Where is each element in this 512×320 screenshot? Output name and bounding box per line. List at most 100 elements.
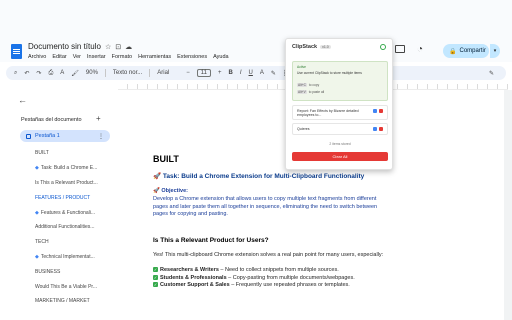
text-color-icon[interactable]: A: [260, 70, 264, 76]
sidebar-outline-item[interactable]: ◆ Features & Functionali...: [35, 205, 111, 220]
more-options-icon[interactable]: ⋮: [98, 133, 104, 140]
active-caption: Active: [297, 65, 306, 69]
outline-label: TECH: [35, 239, 49, 246]
outline-label: Task: Build a Chrome E...: [40, 165, 98, 172]
outline-label: Is This a Relevant Product...: [35, 179, 98, 186]
outline-label: Technical Implementat...: [40, 253, 95, 260]
bold-icon[interactable]: B: [229, 70, 233, 76]
copy-item-icon[interactable]: [373, 109, 377, 113]
copy-item-icon[interactable]: [373, 127, 377, 131]
outline-list: BUILT ◆ Task: Build a Chrome E... Is This a…: [35, 146, 111, 309]
editing-mode-icon[interactable]: ✎: [489, 70, 494, 77]
check-icon: ✓: [153, 282, 158, 288]
style-select[interactable]: Texto nor...: [113, 70, 142, 76]
menu-archivo[interactable]: Archivo: [28, 54, 46, 60]
lock-icon: 🔒: [449, 48, 457, 55]
tab-icon: [26, 133, 31, 139]
menu-herramientas[interactable]: Herramientas: [138, 54, 171, 60]
list-item: ✓ Students & Professionals – Copy-pasting…: [153, 274, 355, 281]
side-panel-rail: [504, 90, 512, 320]
spellcheck-icon[interactable]: A: [60, 70, 64, 76]
comments-icon[interactable]: [395, 45, 405, 53]
sidebar-outline-item[interactable]: Additional Functionalities...: [35, 220, 111, 235]
italic-icon[interactable]: I: [240, 70, 242, 76]
sidebar-outline-item[interactable]: BUILT: [35, 146, 111, 161]
underline-icon[interactable]: U: [249, 70, 253, 76]
tab-label: Pestaña 1: [35, 133, 60, 139]
menu-formato[interactable]: Formato: [112, 54, 132, 60]
menu-extensiones[interactable]: Extensiones: [177, 54, 207, 60]
heading-built: BUILT: [153, 154, 179, 164]
outline-label: Additional Functionalities...: [35, 224, 95, 231]
share-dropdown-icon[interactable]: ▾: [490, 44, 500, 58]
font-select[interactable]: Arial: [157, 70, 179, 76]
print-icon[interactable]: ⎙: [48, 70, 53, 77]
tab-pestana-1[interactable]: Pestaña 1 ⋮: [20, 130, 110, 142]
list-item: ✓ Researchers & Writers – Need to collect…: [153, 267, 339, 273]
sidebar-outline-item[interactable]: Is This a Relevant Product...: [35, 176, 111, 191]
outline-label: Features & Functionali...: [40, 209, 96, 216]
meet-icon[interactable]: ◔: [417, 44, 423, 55]
redo-icon[interactable]: ↷: [36, 70, 41, 77]
sidebar-outline-item[interactable]: TECH: [35, 235, 111, 250]
back-arrow-icon[interactable]: ←: [18, 95, 27, 105]
decrease-font-icon[interactable]: −: [186, 70, 190, 76]
clip-item[interactable]: Quieres: [292, 123, 388, 135]
popup-header: ClipStack v1.0: [292, 44, 331, 50]
share-button[interactable]: 🔒 Compartir: [443, 44, 489, 58]
delete-item-icon[interactable]: [379, 109, 383, 113]
paint-format-icon[interactable]: 🖌: [71, 70, 79, 77]
move-folder-icon[interactable]: ⊡: [115, 43, 121, 51]
sidebar-outline-item[interactable]: ◆ Technical Implementat...: [35, 250, 111, 265]
cloud-status-icon[interactable]: ☁: [125, 43, 132, 51]
stored-count: 2 items stored: [329, 142, 351, 146]
docs-logo-icon[interactable]: [11, 44, 22, 59]
check-icon: ✓: [153, 274, 158, 280]
star-icon[interactable]: ☆: [105, 43, 111, 51]
list-item: ✓ Customer Support & Sales – Frequently u…: [153, 282, 350, 289]
doc-title[interactable]: Documento sin título: [28, 42, 101, 51]
title-row: Documento sin título ☆ ⊡ ☁: [28, 42, 132, 51]
popup-title: ClipStack: [292, 44, 318, 50]
menu-ayuda[interactable]: Ayuda: [213, 54, 229, 60]
shortcut-paste: Alt+V to paste all: [297, 90, 325, 94]
header-bar: Documento sin título ☆ ⊡ ☁ Archivo Edita…: [0, 0, 512, 62]
menu-editar[interactable]: Editar: [52, 54, 66, 60]
toolbar-divider: [149, 69, 151, 77]
undo-icon[interactable]: ↶: [24, 70, 29, 77]
share-label: Compartir: [459, 48, 486, 54]
shortcut-copy: Alt+C to copy: [297, 83, 320, 87]
clipstack-popup: ClipStack v1.0 Active Use current ClipSt…: [285, 38, 393, 170]
heading-relevant: Is This a Relevant Product for Users?: [153, 237, 269, 244]
relevant-paragraph: Yes! This multi-clipboard Chrome extensi…: [153, 252, 384, 258]
search-menus-icon[interactable]: ⌕: [14, 70, 17, 77]
sidebar-outline-item[interactable]: ◆ Task: Build a Chrome E...: [35, 161, 111, 176]
increase-font-icon[interactable]: +: [218, 70, 222, 76]
sidebar-outline-item[interactable]: BUSINESS: [35, 264, 111, 279]
clear-all-button[interactable]: Clear All: [292, 152, 388, 161]
sidebar-heading: Pestañas del documento: [21, 117, 82, 123]
active-card: Active Use current ClipStack to store mu…: [292, 61, 388, 101]
outline-label: BUSINESS: [35, 268, 61, 275]
highlight-icon[interactable]: ✎: [271, 70, 276, 77]
menu-ver[interactable]: Ver: [73, 54, 81, 60]
add-tab-icon[interactable]: +: [96, 114, 101, 123]
zoom-select[interactable]: 90%: [86, 70, 98, 76]
version-badge: v1.0: [320, 45, 331, 49]
menu-insertar[interactable]: Insertar: [87, 54, 106, 60]
document-tabs-sidebar: ← Pestañas del documento + Pestaña 1 ⋮ B…: [0, 90, 112, 320]
toolbar-divider: [104, 69, 106, 77]
sidebar-outline-item[interactable]: FEATURES / PRODUCT: [35, 190, 111, 205]
outline-label: FEATURES / PRODUCT: [35, 194, 91, 201]
format-toolbar: ⌕ ↶ ↷ ⎙ A 🖌 90% Texto nor... Arial − 11 …: [6, 66, 506, 80]
outline-label: Would This Be a Viable Pr...: [35, 283, 97, 290]
diamond-icon: ◆: [35, 253, 39, 260]
font-size-input[interactable]: 11: [196, 69, 212, 77]
status-icon[interactable]: [380, 44, 386, 50]
sidebar-outline-item[interactable]: MARKETING / MARKET: [35, 294, 111, 309]
active-text: Use current ClipStack to store multiple …: [297, 71, 362, 75]
outline-label: MARKETING / MARKET: [35, 298, 90, 305]
delete-item-icon[interactable]: [379, 127, 383, 131]
sidebar-outline-item[interactable]: Would This Be a Viable Pr...: [35, 279, 111, 294]
clip-item[interactable]: Report: Fan Effects by Bizarre detailed …: [292, 105, 388, 120]
